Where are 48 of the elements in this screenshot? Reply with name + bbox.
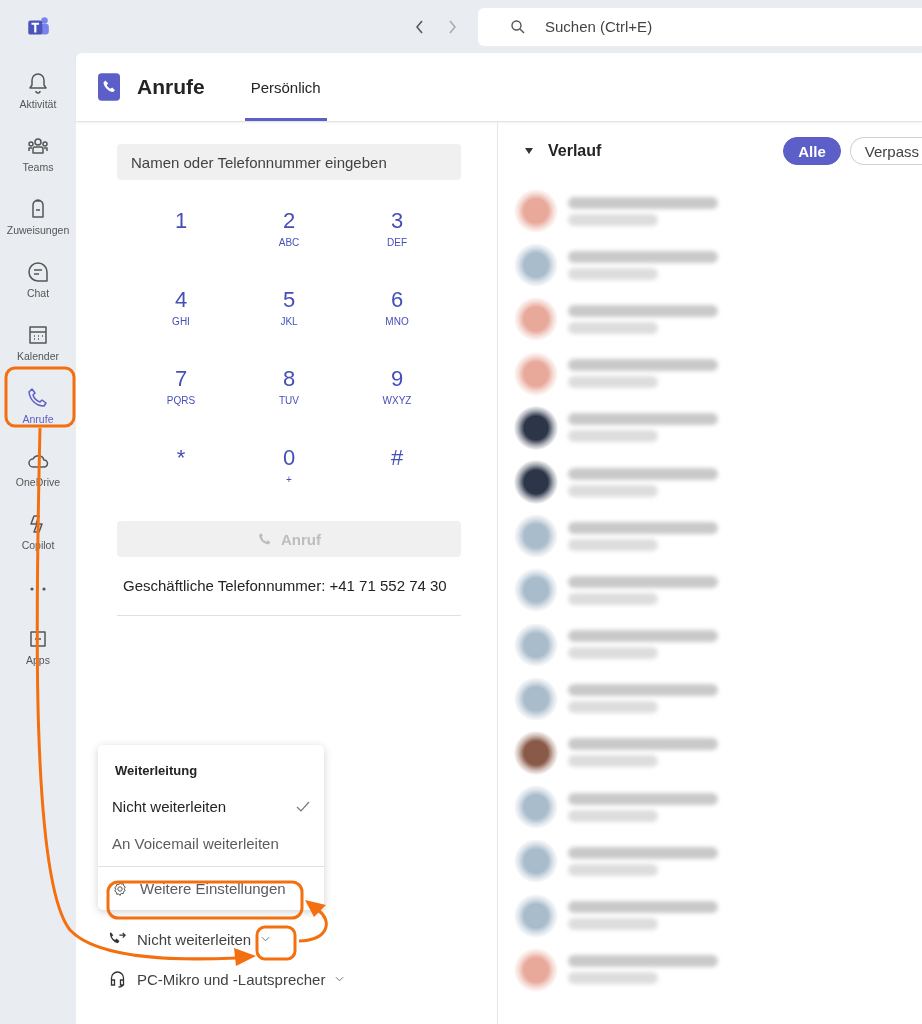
- menu-item[interactable]: An Voicemail weiterleiten: [98, 825, 324, 862]
- dial-key[interactable]: 7 PQRS: [127, 358, 235, 428]
- audio-device-selector[interactable]: PC-Mikro und -Lautsprecher: [98, 959, 461, 999]
- search-field[interactable]: Suchen (Ctrl+E): [478, 7, 922, 46]
- dial-key[interactable]: 9 WXYZ: [343, 358, 451, 428]
- tab[interactable]: Persönlich: [244, 53, 327, 121]
- checkmark-icon: [296, 800, 310, 813]
- filter-chip[interactable]: Alle: [783, 137, 841, 165]
- forwarding-selector[interactable]: Nicht weiterleiten: [98, 919, 461, 959]
- sidebar-item[interactable]: Aktivität: [5, 61, 71, 119]
- dial-key[interactable]: 3 DEF: [343, 200, 451, 270]
- dial-key[interactable]: 5 JKL: [235, 279, 343, 349]
- dial-key[interactable]: 8 TUV: [235, 358, 343, 428]
- dial-key[interactable]: 1: [127, 200, 235, 270]
- headset-icon: [108, 970, 127, 988]
- sidebar-item[interactable]: Kalender: [5, 313, 71, 371]
- app-icon: [26, 259, 50, 284]
- phone-number-field[interactable]: Namen oder Telefonnummer eingeben: [117, 144, 461, 180]
- dial-key[interactable]: 2 ABC: [235, 200, 343, 270]
- dial-key[interactable]: #: [343, 437, 451, 507]
- business-number: Geschäftliche Telefonnummer: +41 71 552 74 30: [117, 557, 461, 616]
- highlight-frame: [255, 925, 297, 961]
- dial-key[interactable]: 6 MNO: [343, 279, 451, 349]
- highlight-frame: [4, 366, 76, 428]
- sidebar-item[interactable]: Teams: [5, 124, 71, 182]
- section-title: Verlauf: [548, 142, 602, 160]
- page-title: Anrufe: [137, 75, 205, 99]
- sidebar-item[interactable]: Anrufe: [5, 376, 71, 434]
- dial-key[interactable]: *: [127, 437, 235, 507]
- app-icon: [26, 385, 50, 410]
- phone-icon: [257, 531, 273, 547]
- menu-item[interactable]: Nicht weiterleiten: [98, 788, 324, 825]
- annotation-arrow: [298, 900, 328, 943]
- sidebar-item[interactable]: Chat: [5, 250, 71, 308]
- app-icon: [26, 70, 50, 95]
- dial-key[interactable]: 4 GHI: [127, 279, 235, 349]
- more-icon[interactable]: [28, 587, 48, 591]
- search-icon: [510, 18, 526, 35]
- dial-key[interactable]: 0 +: [235, 437, 343, 507]
- menu-item[interactable]: Weitere Einstellungen: [98, 871, 324, 906]
- filter-chip[interactable]: Verpass: [849, 137, 922, 165]
- menu-title: Weiterleitung: [114, 762, 199, 780]
- collapse-caret-icon[interactable]: [524, 148, 534, 154]
- chevron-icon: [335, 976, 345, 982]
- phone-app-icon: [98, 72, 120, 102]
- sidebar-item[interactable]: Zuweisungen: [5, 187, 71, 245]
- chevron-icon: [261, 936, 271, 942]
- back-icon[interactable]: [414, 18, 426, 35]
